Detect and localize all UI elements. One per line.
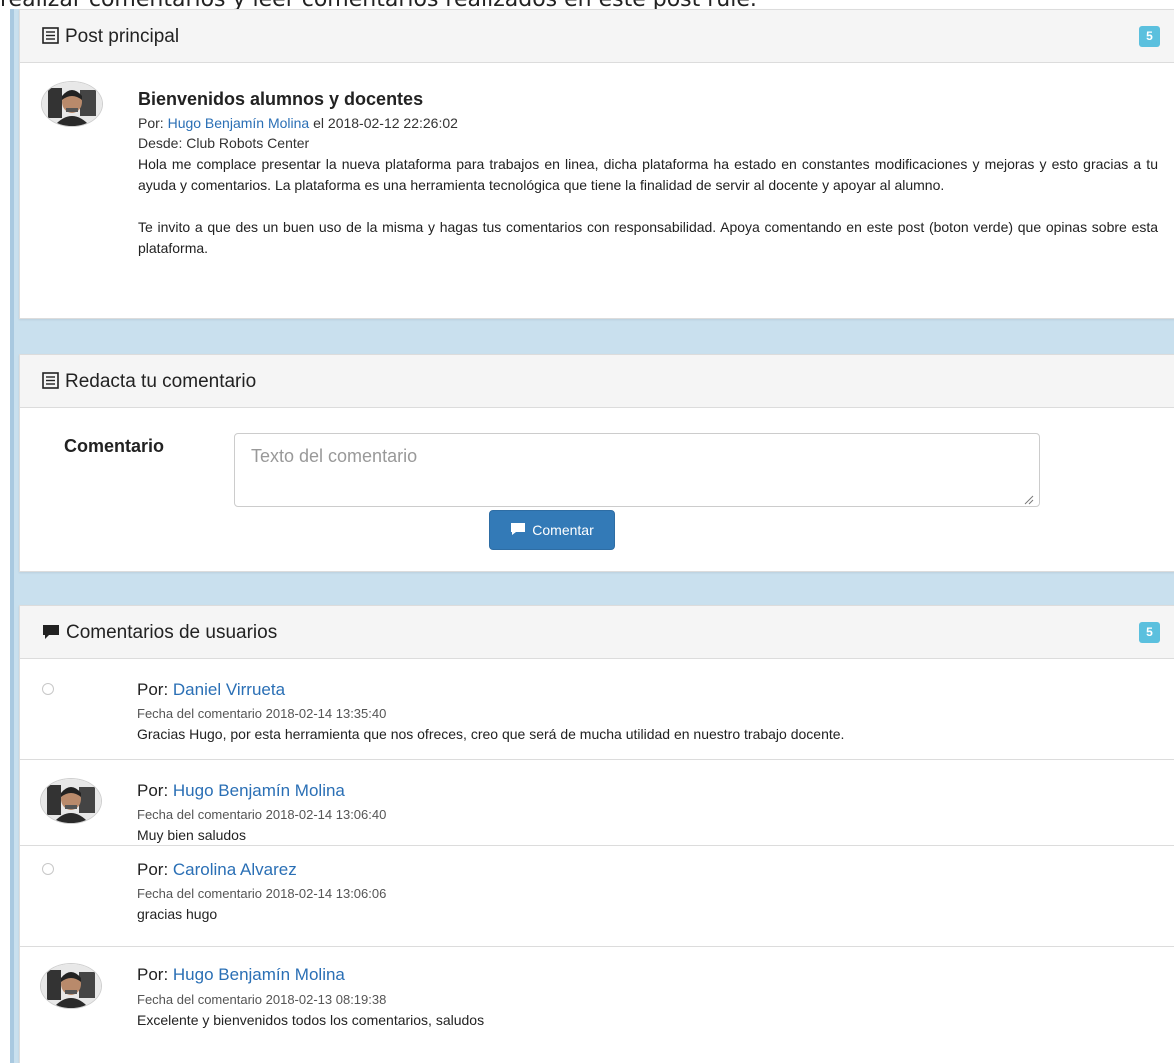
- post-date-prefix: el: [309, 115, 328, 131]
- left-accent-bar: [10, 9, 14, 1063]
- post-author-line: Por: Hugo Benjamín Molina el 2018-02-12 …: [138, 115, 458, 131]
- comment-item: Por: Daniel Virrueta Fecha del comentari…: [20, 659, 1174, 760]
- post-author-link[interactable]: Hugo Benjamín Molina: [168, 115, 310, 131]
- resize-grip-icon[interactable]: [1024, 492, 1034, 510]
- comments-panel-title: Comentarios de usuarios: [42, 606, 277, 661]
- comments-panel-title-text: Comentarios de usuarios: [66, 622, 278, 643]
- comment-submit-button[interactable]: Comentar: [489, 510, 615, 550]
- list-alt-icon: [42, 357, 59, 410]
- comment-author-link[interactable]: Hugo Benjamín Molina: [173, 781, 345, 800]
- post-count-badge: 5: [1139, 26, 1160, 47]
- comment-author-line: Por: Hugo Benjamín Molina: [137, 965, 345, 985]
- comment-submit-label: Comentar: [532, 522, 594, 538]
- comment-text: gracias hugo: [137, 906, 218, 922]
- comment-form-title-text: Redacta tu comentario: [65, 371, 257, 392]
- post-paragraph-2: Te invito a que des un buen uso de la mi…: [138, 219, 1158, 256]
- avatar[interactable]: [40, 963, 102, 1009]
- comment-form-panel: Redacta tu comentario Comentario Comenta…: [19, 354, 1174, 572]
- comment-item: Por: Hugo Benjamín Molina Fecha del come…: [20, 947, 1174, 1063]
- post-title: Bienvenidos alumnos y docentes: [138, 89, 424, 109]
- comment-text: Excelente y bienvenidos todos los coment…: [137, 1012, 485, 1028]
- post-by-label: Por:: [138, 115, 168, 131]
- comment-by-label: Por:: [137, 965, 173, 984]
- post-panel-title-text: Post principal: [65, 26, 180, 47]
- comment-date: Fecha del comentario 2018-02-13 08:19:38: [137, 992, 387, 1007]
- comment-author-link[interactable]: Daniel Virrueta: [173, 680, 285, 699]
- comment-date: Fecha del comentario 2018-02-14 13:06:06: [137, 886, 387, 901]
- list-alt-icon: [42, 12, 59, 65]
- post-body: Hola me complace presentar la nueva plat…: [138, 154, 1158, 280]
- comment-by-label: Por:: [137, 781, 173, 800]
- comment-by-label: Por:: [137, 860, 173, 879]
- comment-author-link[interactable]: Carolina Alvarez: [173, 860, 297, 879]
- comment-author-line: Por: Hugo Benjamín Molina: [137, 781, 345, 801]
- comment-icon: [42, 608, 60, 661]
- avatar-placeholder: [42, 863, 54, 875]
- post-date: 2018-02-12 22:26:02: [327, 115, 458, 131]
- page: realizar comentarios y leer comentarios …: [0, 0, 1174, 1063]
- comment-author-line: Por: Carolina Alvarez: [137, 860, 297, 880]
- comment-text: Muy bien saludos: [137, 827, 246, 843]
- post-paragraph-1: Hola me complace presentar la nueva plat…: [138, 156, 1158, 193]
- comment-textarea[interactable]: [234, 433, 1040, 507]
- comment-field-label: Comentario: [64, 436, 165, 456]
- author-avatar[interactable]: [41, 81, 103, 127]
- comment-form-title: Redacta tu comentario: [42, 355, 256, 410]
- comments-panel-heading: Comentarios de usuarios 5: [20, 606, 1174, 659]
- post-panel-heading: Post principal 5: [20, 10, 1174, 63]
- comment-author-line: Por: Daniel Virrueta: [137, 680, 285, 700]
- avatar-placeholder: [42, 683, 54, 695]
- post-panel-title: Post principal: [42, 10, 179, 65]
- comment-by-label: Por:: [137, 680, 173, 699]
- comment-icon: [510, 522, 526, 539]
- comment-text: Gracias Hugo, por esta herramienta que n…: [137, 726, 845, 742]
- comment-form-heading: Redacta tu comentario: [20, 355, 1174, 408]
- post-panel: Post principal 5 Bienvenidos alumnos y d…: [19, 9, 1174, 319]
- comments-panel: Comentarios de usuarios 5 Por: Daniel Vi…: [19, 605, 1174, 1063]
- post-source: Desde: Club Robots Center: [138, 135, 310, 151]
- comment-item: Por: Carolina Alvarez Fecha del comentar…: [20, 846, 1174, 947]
- comment-date: Fecha del comentario 2018-02-14 13:06:40: [137, 807, 387, 822]
- comments-count-badge: 5: [1139, 622, 1160, 643]
- avatar[interactable]: [40, 778, 102, 824]
- comment-author-link[interactable]: Hugo Benjamín Molina: [173, 965, 345, 984]
- comment-item: Por: Hugo Benjamín Molina Fecha del come…: [20, 760, 1174, 846]
- comment-date: Fecha del comentario 2018-02-14 13:35:40: [137, 706, 387, 721]
